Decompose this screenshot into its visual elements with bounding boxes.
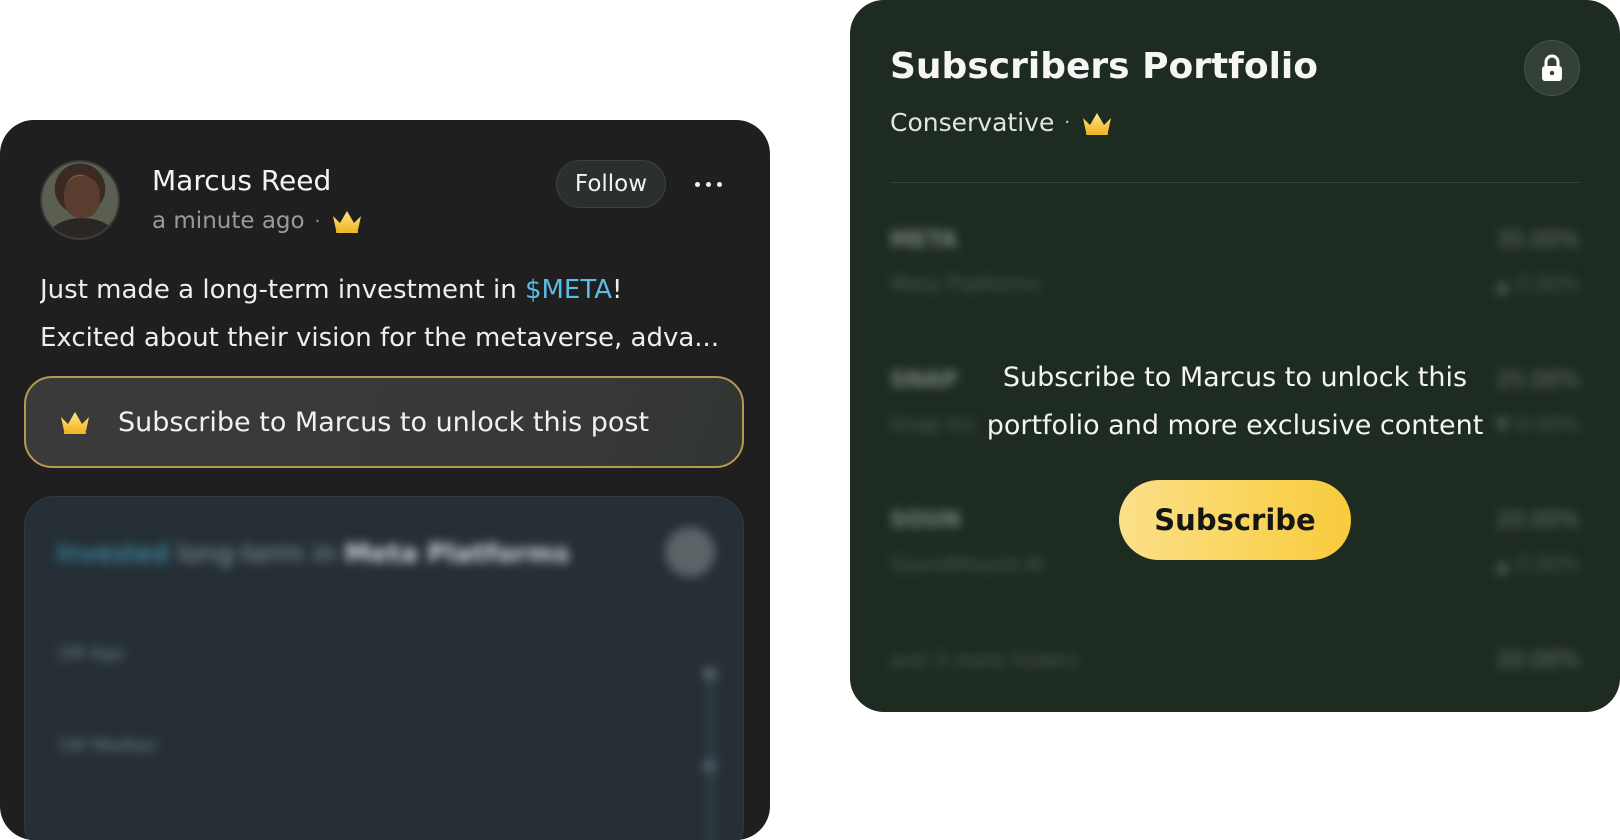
unlock-post-banner[interactable]: Subscribe to Marcus to unlock this post (24, 376, 744, 468)
portfolio-title: Subscribers Portfolio (890, 46, 1318, 87)
author-name[interactable]: Marcus Reed (152, 164, 331, 197)
post-timestamp: a minute ago (152, 208, 305, 234)
more-options-icon[interactable] (686, 160, 730, 208)
holding-name: SoundHound AI (890, 552, 1045, 576)
holding-name: Meta Platforms (890, 272, 1041, 296)
locked-portfolio-message: Subscribe to Marcus to unlock this portf… (940, 354, 1530, 450)
blurred-preview-panel: Invested long-term in Meta Platforms 1M … (24, 496, 744, 840)
holding-symbol: SOUN (890, 508, 961, 533)
author-avatar[interactable] (40, 160, 120, 240)
divider (890, 182, 1580, 183)
portfolio-card: Subscribers Portfolio Conservative · MET… (850, 0, 1620, 712)
post-card: Marcus Reed a minute ago · Follow Just m… (0, 120, 770, 840)
unlock-post-text: Subscribe to Marcus to unlock this post (118, 406, 650, 438)
subtitle-separator: · (1064, 112, 1071, 133)
post-text-end: ! (612, 275, 623, 305)
holding-name: and 3 more tickers (890, 648, 1078, 672)
crown-icon (61, 412, 89, 434)
lock-icon[interactable] (1524, 40, 1580, 96)
blurred-row-label: 1W Median (57, 735, 158, 756)
subscribe-button[interactable]: Subscribe (1119, 480, 1351, 560)
locked-message-line: Subscribe to Marcus to unlock this (1002, 362, 1468, 393)
blurred-row-label: 1M Ago (57, 643, 125, 664)
company-logo-icon (665, 527, 715, 577)
holding-percent: 35.00% (1496, 228, 1580, 253)
follow-button[interactable]: Follow (556, 160, 666, 208)
risk-level: Conservative (890, 108, 1055, 137)
post-text-line2[interactable]: Excited about their vision for the metav… (40, 314, 740, 362)
post-text-start: Just made a long-term investment in (40, 275, 525, 305)
holding-percent: 20.00% (1496, 508, 1580, 533)
holding-row: META Meta Platforms 35.00% ▲ 0.00% (890, 220, 1580, 360)
crown-icon (1083, 112, 1112, 135)
holding-change: ▲ 0.00% (1494, 552, 1580, 576)
holding-symbol: META (890, 228, 958, 253)
portfolio-subtitle: Conservative · (890, 108, 1114, 137)
post-meta: a minute ago · (152, 208, 364, 234)
meta-separator: · (314, 210, 321, 232)
crown-icon (333, 211, 362, 233)
holding-change: ▲ 0.00% (1494, 272, 1580, 296)
post-body: Just made a long-term investment in $MET… (40, 266, 740, 362)
holding-row: and 3 more tickers 20.00% (890, 640, 1580, 712)
chart-line (469, 673, 713, 840)
ticker-link[interactable]: $META (525, 275, 612, 305)
locked-message-line: portfolio and more exclusive content (986, 410, 1484, 441)
blurred-holdings-list: META Meta Platforms 35.00% ▲ 0.00% SNAP Snap … (890, 220, 1580, 712)
holding-percent: 20.00% (1496, 648, 1580, 673)
blurred-preview-title: Invested long-term in Meta Platforms (57, 539, 570, 569)
